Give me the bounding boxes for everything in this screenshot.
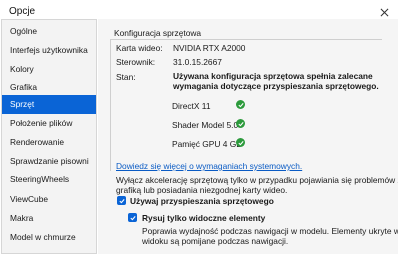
checkmark-icon (118, 198, 125, 203)
graphics-card-label: Karta wideo: (116, 43, 163, 53)
sidebar-item-macros[interactable]: Makra (2, 209, 96, 228)
note-line-1: Wyłącz akcelerację sprzętową tylko w prz… (116, 175, 398, 185)
group-border (110, 39, 111, 171)
desc-line-2: widoku są pomijane podczas nawigacji. (142, 236, 289, 246)
sidebar-item-general[interactable]: Ogólne (2, 22, 96, 41)
desc-line-1: Poprawia wydajność podczas nawigacji w m… (142, 226, 398, 236)
capability-directx: DirectX 11 (172, 101, 211, 111)
render-visible-label[interactable]: Rysuj tylko widoczne elementy (142, 213, 265, 223)
check-circle-icon (236, 119, 245, 128)
sidebar-item-file-locations[interactable]: Położenie plików (2, 114, 96, 133)
hw-accel-note: Wyłącz akcelerację sprzętową tylko w prz… (116, 175, 398, 195)
driver-label: Sterownik: (116, 57, 156, 67)
group-title: Konfiguracja sprzętowa (114, 28, 202, 38)
checkmark-icon (129, 215, 136, 220)
window-title: Opcje (9, 6, 36, 17)
status-line-2: wymagania dotyczące przyspieszania sprzę… (173, 81, 379, 91)
close-icon (380, 8, 388, 16)
capability-gpu-memory: Pamięć GPU 4 GB (172, 139, 242, 149)
status-message: Używana konfiguracja sprzętowa spełnia z… (173, 71, 393, 91)
driver-value: 31.0.15.2667 (173, 57, 222, 67)
capability-shader-model: Shader Model 5.0 (172, 120, 239, 130)
sidebar-item-user-interface[interactable]: Interfejs użytkownika (2, 41, 96, 60)
options-sidebar: Ogólne Interfejs użytkownika Kolory Graf… (1, 19, 97, 254)
sidebar-item-viewcube[interactable]: ViewCube (2, 190, 96, 209)
render-visible-checkbox[interactable] (128, 213, 137, 222)
status-label: Stan: (116, 72, 136, 82)
note-line-2: grafiką lub posiadania niezgodnej karty … (116, 185, 288, 195)
graphics-card-value: NVIDIA RTX A2000 (173, 43, 246, 53)
check-circle-icon (236, 138, 245, 147)
sidebar-item-hardware[interactable]: Sprzęt (2, 95, 96, 114)
hardware-panel: Konfiguracja sprzętowa Karta wideo: NVID… (98, 19, 398, 254)
use-hw-accel-checkbox[interactable] (117, 196, 126, 205)
sidebar-item-cloud-model[interactable]: Model w chmurze (2, 228, 96, 247)
sidebar-item-spelling[interactable]: Sprawdzanie pisowni (2, 152, 96, 171)
group-divider (110, 39, 382, 40)
check-circle-icon (236, 100, 245, 109)
system-requirements-link[interactable]: Dowiedz się więcej o wymaganiach systemo… (116, 161, 302, 171)
sidebar-item-rendering[interactable]: Renderowanie (2, 133, 96, 152)
sidebar-item-colors[interactable]: Kolory (2, 60, 96, 79)
sidebar-item-steeringwheels[interactable]: SteeringWheels (2, 170, 96, 189)
render-visible-description: Poprawia wydajność podczas nawigacji w m… (142, 226, 398, 246)
use-hw-accel-label[interactable]: Używaj przyspieszania sprzętowego (130, 196, 274, 206)
status-line-1: Używana konfiguracja sprzętowa spełnia z… (173, 71, 373, 81)
